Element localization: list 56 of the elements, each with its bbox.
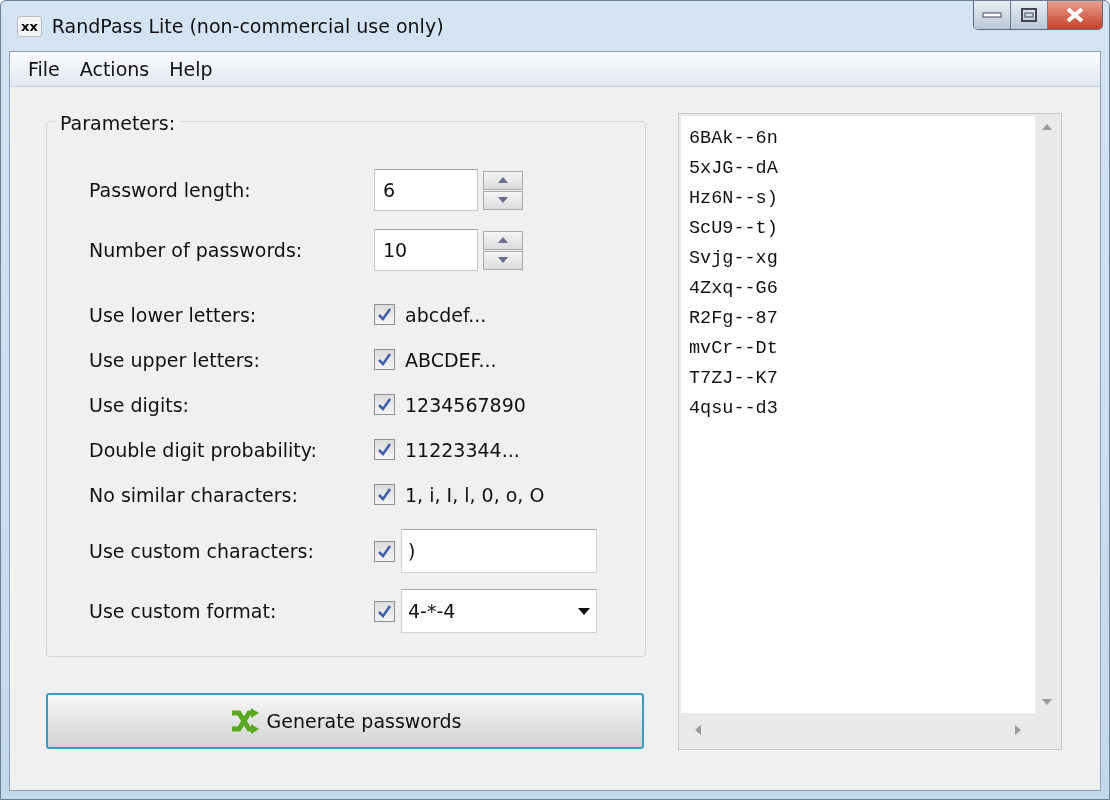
password-text: 4qsu--d3 (689, 397, 779, 421)
spin-up-button[interactable] (483, 230, 523, 250)
checkbox[interactable] (374, 540, 395, 562)
app-icon: xx (17, 15, 42, 37)
minimize-icon (982, 12, 1002, 18)
parameter-label: Use lower letters: (89, 303, 258, 326)
number-field[interactable]: 6 (374, 169, 478, 211)
format-dropdown[interactable]: 4-*-4 (401, 589, 597, 633)
checkbox[interactable] (374, 304, 395, 325)
parameter-label: Use custom format: (89, 600, 278, 622)
spin-down-button[interactable] (483, 250, 523, 270)
generate-button[interactable]: Generate passwords (46, 693, 644, 749)
menu-item[interactable]: Help (159, 56, 223, 82)
spin-up-button[interactable] (483, 170, 523, 190)
number-field[interactable]: 10 (374, 229, 478, 271)
password-text: ScU9--t) (689, 217, 779, 241)
parameter-label: Use custom characters: (89, 540, 315, 562)
parameter-label: Use upper letters: (89, 348, 261, 371)
checkbox-label: abcdef... (405, 303, 487, 326)
spin-down-button[interactable] (483, 190, 523, 210)
up-arrow-icon (498, 237, 508, 243)
password-text: 6BAk--6n (689, 127, 779, 151)
checkbox[interactable] (374, 394, 395, 415)
minimize-button[interactable] (974, 1, 1011, 29)
down-arrow-icon (498, 257, 508, 263)
password-text: 5xJG--dA (689, 157, 779, 181)
menu-item[interactable]: Actions (69, 56, 160, 82)
maximize-button[interactable] (1011, 1, 1048, 29)
maximize-icon (1021, 8, 1037, 22)
parameter-label: Use digits: (89, 393, 190, 416)
password-text: 4Zxq--G6 (689, 277, 779, 301)
parameter-label: No similar characters: (89, 483, 299, 506)
checkbox-label: 11223344... (405, 438, 520, 461)
checkbox-label: 1234567890 (405, 393, 526, 416)
up-arrow-icon (498, 177, 508, 183)
password-text: Hz6N--s) (689, 187, 779, 211)
close-icon (1066, 8, 1084, 22)
checkbox[interactable] (374, 484, 395, 505)
window-title: RandPass Lite (non-commercial use only) (51, 15, 444, 37)
custom-characters-field[interactable]: ) (401, 529, 597, 573)
password-text: T7ZJ--K7 (689, 367, 779, 391)
password-text: mvCr--Dt (689, 337, 779, 361)
down-arrow-icon (498, 197, 508, 203)
parameter-label: Password length: (89, 179, 252, 201)
password-text: R2Fg--87 (689, 307, 779, 331)
dropdown-arrow-icon (578, 607, 590, 615)
parameter-label: Double digit probability: (89, 438, 318, 461)
parameter-label: Number of passwords: (89, 239, 304, 261)
checkbox[interactable] (374, 439, 395, 460)
checkbox[interactable] (374, 600, 395, 622)
menu-item[interactable]: File (18, 56, 70, 82)
checkbox-label: ABCDEF... (405, 348, 497, 371)
checkbox[interactable] (374, 349, 395, 370)
checkbox-label: 1, i, I, l, 0, o, O (405, 483, 545, 506)
password-text: Svjg--xg (689, 247, 779, 271)
close-button[interactable] (1048, 1, 1102, 29)
